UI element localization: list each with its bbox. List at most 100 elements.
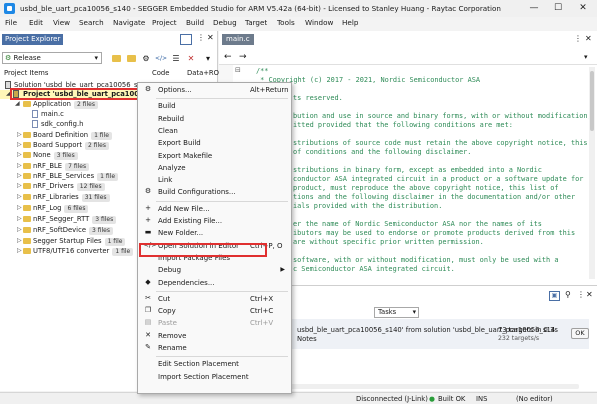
menu-item-copy[interactable]: ❐ Copy Ctrl+C [138,306,291,317]
file-count-badge: 2 files [85,142,110,150]
tree-label: nRF_Libraries [33,193,79,201]
tab-main-c[interactable]: main.c [222,34,254,45]
h-file-icon [32,120,38,128]
dock-icon[interactable] [180,34,192,45]
menu-item-import-section-placement[interactable]: Import Section Placement [138,372,291,383]
title-bar: usbd_ble_uart_pca10056_s140 - SEGGER Emb… [0,0,597,17]
menu-item-debug[interactable]: Debug ▶ [138,265,291,276]
file-count-badge: 31 files [81,194,110,202]
close-pane-icon[interactable]: ✕ [207,33,214,42]
tree-label: UTF8/UTF16 converter [33,247,110,255]
close-button[interactable]: ✕ [572,1,594,15]
menu-item-cut[interactable]: ✂ Cut Ctrl+X [138,294,291,305]
forward-arrow-icon[interactable]: → [239,52,247,62]
menu-item-clean[interactable]: Clean [138,126,291,137]
close-editor-icon[interactable]: ✕ [585,34,592,43]
menu-item-label: Remove [158,331,187,340]
dependencies-icon: ◆ [145,277,151,286]
menu-item-edit-section-placement[interactable]: Edit Section Placement [138,359,291,370]
chevron-down-icon[interactable]: ▾ [202,52,214,64]
menu-item-label: Options... [158,86,192,94]
delete-icon[interactable]: ✕ [185,52,197,64]
editor-scrollbar[interactable] [589,67,595,279]
menu-item-remove[interactable]: ✕ Remove [138,331,291,342]
menu-build[interactable]: Build [186,18,204,27]
code-icon[interactable]: </> [155,52,167,64]
more-options-icon[interactable]: ⋮ [577,290,585,299]
minimize-button[interactable]: — [523,1,545,15]
menu-window[interactable]: Window [305,18,333,27]
menu-tools[interactable]: Tools [277,18,295,27]
menu-help[interactable]: Help [342,18,358,27]
menu-item-add-existing-file[interactable]: + Add Existing File... [138,216,291,227]
col-data-ro[interactable]: Data+RO [187,69,219,77]
code-line: software, with or without modification, … [293,256,559,264]
menu-item-link[interactable]: Link [138,175,291,186]
menu-item-options[interactable]: ⚙ Options... Alt+Return [138,85,291,96]
menu-item-label: Paste [158,319,177,328]
rename-icon: ✎ [145,343,151,351]
code-line: are without specific prior written permi… [293,238,484,246]
c-file-icon [32,110,38,118]
output-view-icon[interactable]: ▣ [549,291,560,301]
menu-item-rename[interactable]: ✎ Rename [138,343,291,354]
ok-badge: OK [571,328,589,339]
gear-icon: ⚙ [5,54,12,62]
menu-item-new-folder[interactable]: ▬ New Folder... [138,228,291,239]
more-options-icon[interactable]: ⋮ [197,33,205,42]
file-count-badge: 1 file [97,173,119,181]
code-line: itted provided that the following condit… [293,121,513,129]
chevron-down-icon: ▾ [94,54,98,62]
menu-search[interactable]: Search [79,18,104,27]
col-code[interactable]: Code [152,69,169,77]
menu-item-dependencies[interactable]: ◆ Dependencies... [138,278,291,289]
menu-item-build[interactable]: Build [138,101,291,112]
menu-edit[interactable]: Edit [29,18,43,27]
settings-icon[interactable]: ⚙ [140,52,152,64]
menu-item-label: Cut [158,294,171,303]
output-scrollbar[interactable] [289,384,579,389]
fold-icon[interactable]: ⊟ [235,66,241,74]
scrollbar-thumb[interactable] [590,71,594,131]
folder-icon [23,205,31,211]
menu-target[interactable]: Target [245,18,267,27]
menu-item-paste[interactable]: ▤ Paste Ctrl+V [138,318,291,329]
open-folder-icon[interactable] [125,52,137,64]
menu-item-export-makefile[interactable]: Export Makefile [138,151,291,162]
menu-item-analyze[interactable]: Analyze [138,163,291,174]
column-headers: Project Items Code Data+RO [0,69,219,78]
output-message-row[interactable] [289,319,589,349]
menu-item-rebuild[interactable]: Rebuild [138,114,291,125]
context-menu: ⚙ Options... Alt+Return Build Rebuild Clean Ex… [137,82,292,394]
menu-item-export-build[interactable]: Export Build [138,138,291,149]
project-toolbar: ⚙ Release ▾ ⚙ </> ☰ ✕ ▾ [2,51,216,65]
menu-file[interactable]: File [5,18,17,27]
status-bar: Disconnected (J-Link) ● Built OK INS (No… [0,392,597,404]
insert-mode: INS [476,395,488,403]
menu-debug[interactable]: Debug [213,18,237,27]
tab-project-explorer[interactable]: Project Explorer [2,34,64,45]
back-arrow-icon[interactable]: ← [224,52,232,62]
binoculars-icon[interactable]: ⚲ [565,290,571,299]
options-icon[interactable]: ☰ [170,52,182,64]
col-project-items[interactable]: Project Items [4,69,48,77]
connection-status[interactable]: Disconnected (J-Link) [356,395,428,403]
menu-navigate[interactable]: Navigate [113,18,145,27]
menu-item-shortcut: Ctrl+X [250,294,274,303]
file-count-badge: 7 files [65,163,90,171]
menu-item-add-new-file[interactable]: + Add New File... [138,204,291,215]
menu-view[interactable]: View [53,18,70,27]
maximize-button[interactable]: ☐ [547,1,569,15]
menu-item-build-configurations[interactable]: ⚙ Build Configurations... [138,187,291,198]
configuration-select[interactable]: ⚙ Release ▾ [2,52,102,64]
file-count-badge: 2 files [73,101,98,109]
chevron-down-icon[interactable]: ▾ [584,53,588,61]
menu-item-label: Edit Section Placement [158,360,239,369]
folder-icon [23,248,31,254]
build-status[interactable]: Built OK [438,395,465,403]
menu-project[interactable]: Project [152,18,177,27]
output-source-select[interactable]: Tasks ▾ [374,307,419,318]
close-pane-icon[interactable]: ✕ [586,290,593,299]
more-options-icon[interactable]: ⋮ [574,34,582,43]
new-folder-icon[interactable] [110,52,122,64]
